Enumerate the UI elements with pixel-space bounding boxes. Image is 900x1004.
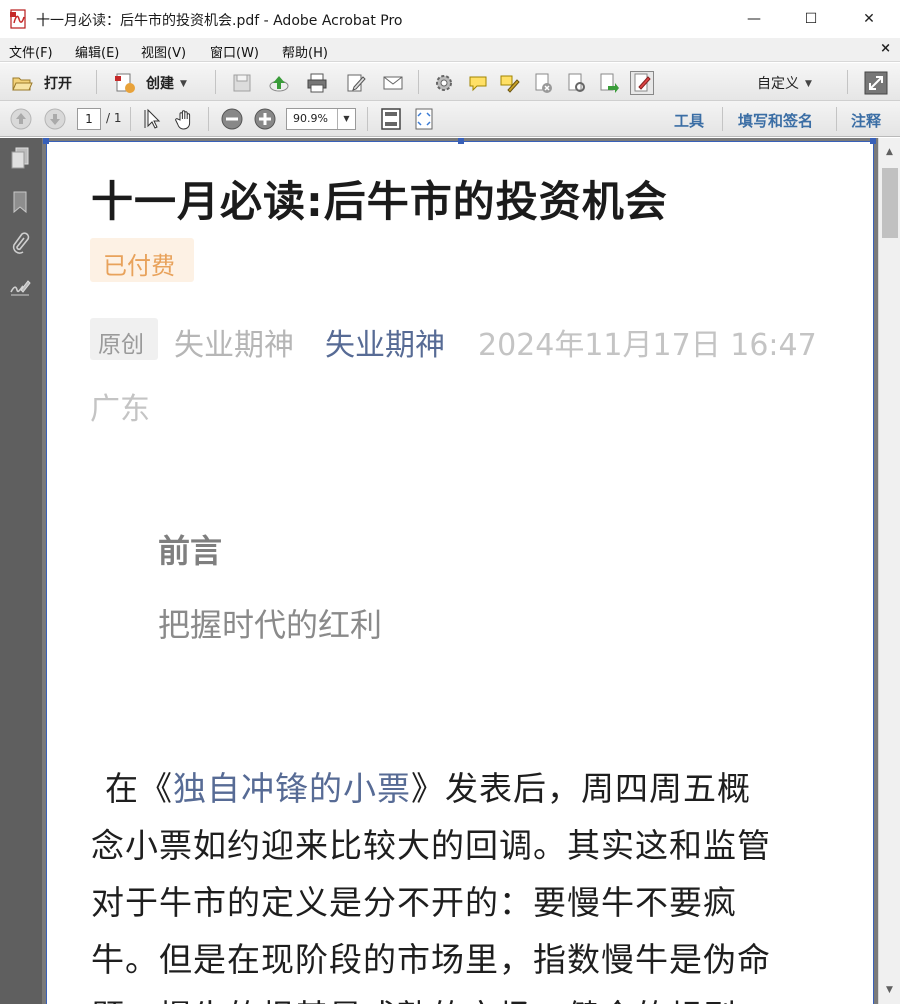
attachment-icon[interactable]: [9, 232, 31, 256]
close-window-button[interactable]: ✕: [840, 0, 898, 38]
toolbar-divider: [208, 107, 209, 131]
scroll-down-arrow-icon[interactable]: ▼: [879, 978, 900, 1004]
email-icon[interactable]: [382, 72, 404, 94]
page-up-icon[interactable]: [10, 108, 32, 130]
zoom-select[interactable]: 90.9% ▼: [286, 108, 356, 130]
toolbar-divider: [418, 70, 419, 94]
delete-page-icon[interactable]: [532, 72, 554, 94]
highlight-icon[interactable]: [498, 72, 520, 94]
chevron-down-icon[interactable]: ▼: [337, 109, 355, 129]
zoom-in-icon[interactable]: [254, 108, 276, 130]
create-button[interactable]: 创建 ▼: [146, 73, 187, 93]
toolbar-divider: [130, 107, 131, 131]
bookmark-icon[interactable]: [9, 190, 31, 214]
comment-pane-button[interactable]: 注释: [851, 110, 881, 131]
print-icon[interactable]: [306, 72, 328, 94]
upload-icon[interactable]: [268, 72, 290, 94]
customize-label: 自定义: [757, 76, 799, 92]
fit-width-icon[interactable]: [413, 108, 435, 130]
fit-page-icon[interactable]: [380, 108, 402, 130]
extract-icon[interactable]: [565, 72, 587, 94]
navigation-panel: [0, 138, 42, 1004]
body-line-2: 念小票如约迎来比较大的回调。其实这和监管: [91, 826, 771, 865]
scroll-up-arrow-icon[interactable]: ▲: [879, 138, 900, 164]
zoom-out-icon[interactable]: [221, 108, 243, 130]
article-link[interactable]: 独自冲锋的小票: [173, 769, 411, 808]
page-down-icon[interactable]: [44, 108, 66, 130]
paid-badge-label: 已付费: [103, 252, 175, 280]
create-label: 创建: [146, 76, 174, 92]
paid-badge: 已付费: [90, 238, 194, 282]
tools-pane-button[interactable]: 工具: [674, 110, 704, 131]
document-view[interactable]: 十一月必读:后牛市的投资机会 已付费 原创 失业期神 失业期神 2024年11月…: [42, 138, 878, 1004]
body-text: 在《: [105, 769, 173, 808]
menu-help[interactable]: 帮助(H): [282, 42, 328, 61]
save-icon[interactable]: [231, 72, 253, 94]
page-total: / 1: [106, 111, 122, 125]
menu-file[interactable]: 文件(F): [9, 42, 53, 61]
page-number-input[interactable]: 1: [77, 108, 101, 130]
vertical-scrollbar[interactable]: ▲ ▼: [878, 138, 900, 1004]
selection-handle: [870, 138, 876, 144]
main-toolbar: 打开 创建 ▼ 自定义 ▼: [0, 63, 900, 101]
minimize-button[interactable]: —: [725, 0, 783, 38]
publish-location: 广东: [90, 392, 150, 427]
toolbar-divider: [215, 70, 216, 94]
toolbar-divider: [836, 107, 837, 131]
create-pdf-icon[interactable]: [114, 72, 136, 94]
chevron-down-icon: ▼: [805, 79, 812, 89]
original-badge-label: 原创: [98, 332, 144, 358]
toolbar-divider: [96, 70, 97, 94]
body-line-3: 对于牛市的定义是分不开的：要慢牛不要疯: [91, 883, 737, 922]
gear-icon[interactable]: [433, 72, 455, 94]
navigation-toolbar: 1 / 1 90.9% ▼ 工具 填写和签名 注释: [0, 101, 900, 137]
article-title: 十一月必读:后牛市的投资机会: [91, 177, 668, 226]
close-document-button[interactable]: ×: [880, 41, 891, 56]
body-line-4: 牛。但是在现阶段的市场里，指数慢牛是伪命: [91, 940, 771, 979]
selection-handle: [458, 138, 464, 144]
account-link[interactable]: 失业期神: [325, 320, 445, 364]
body-line-1: 在《独自冲锋的小票》发表后，周四周五概: [105, 762, 751, 810]
title-bar: 十一月必读：后牛市的投资机会.pdf - Adobe Acrobat Pro —…: [0, 0, 900, 38]
chevron-down-icon: ▼: [180, 79, 187, 89]
pages-panel-icon[interactable]: [9, 146, 31, 170]
body-text: 》发表后，周四周五概: [411, 769, 751, 808]
window-title: 十一月必读：后牛市的投资机会.pdf - Adobe Acrobat Pro: [36, 13, 403, 29]
signature-icon[interactable]: [9, 276, 31, 300]
maximize-button[interactable]: ☐: [782, 0, 840, 38]
menu-window[interactable]: 窗口(W): [210, 42, 259, 61]
open-button[interactable]: 打开: [44, 73, 72, 93]
expand-icon[interactable]: [864, 71, 888, 95]
toolbar-divider: [722, 107, 723, 131]
pdf-app-icon: [10, 9, 26, 29]
comment-icon[interactable]: [467, 72, 489, 94]
edit-icon[interactable]: [345, 72, 367, 94]
publish-datetime: 2024年11月17日 16:47: [478, 328, 817, 363]
scroll-thumb[interactable]: [882, 168, 898, 238]
preface-subtitle: 把握时代的红利: [158, 606, 383, 644]
author-name: 失业期神: [174, 328, 294, 363]
original-badge: 原创: [90, 318, 158, 360]
hand-icon[interactable]: [174, 108, 196, 130]
folder-open-icon[interactable]: [11, 72, 33, 94]
pdf-page: 十一月必读:后牛市的投资机会 已付费 原创 失业期神 失业期神 2024年11月…: [43, 138, 876, 1004]
toolbar-divider: [847, 70, 848, 94]
selection-handle: [43, 138, 49, 144]
menu-view[interactable]: 视图(V): [141, 42, 186, 61]
body-line-5: 题，慢牛的根基是成熟的市场，健全的规则: [91, 990, 737, 1004]
fill-sign-pane-button[interactable]: 填写和签名: [738, 110, 813, 131]
menu-bar: 文件(F) 编辑(E) 视图(V) 窗口(W) 帮助(H) ×: [0, 38, 900, 62]
preface-heading: 前言: [158, 532, 223, 570]
form-edit-icon[interactable]: [630, 71, 654, 95]
select-arrow-icon[interactable]: [142, 108, 164, 130]
customize-button[interactable]: 自定义 ▼: [757, 73, 812, 93]
menu-edit[interactable]: 编辑(E): [75, 42, 119, 61]
export-icon[interactable]: [598, 72, 620, 94]
zoom-value: 90.9%: [293, 112, 328, 125]
toolbar-divider: [367, 107, 368, 131]
